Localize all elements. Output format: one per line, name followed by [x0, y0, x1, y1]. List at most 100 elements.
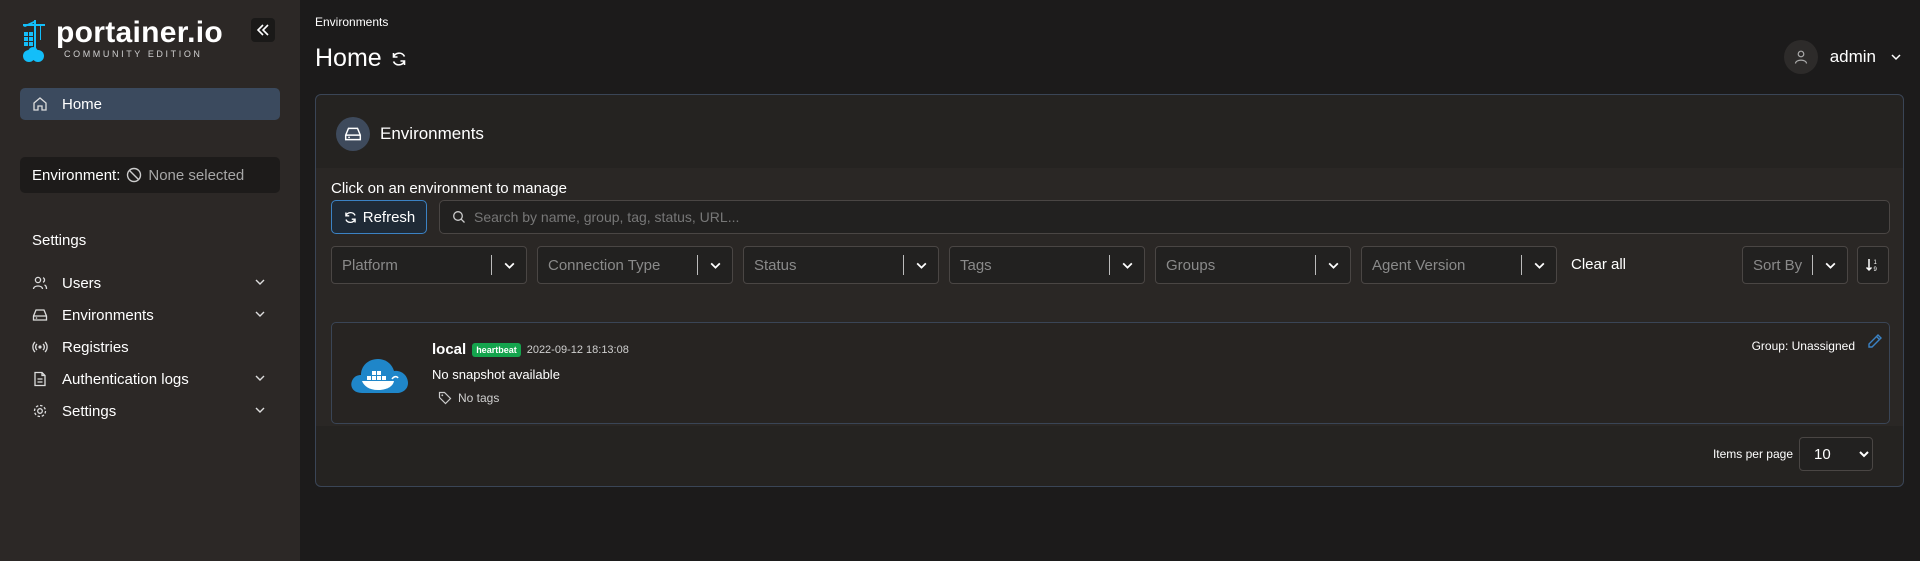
sidebar-item-label: Environments [62, 306, 154, 324]
hdd-icon [344, 127, 362, 141]
environment-group: Group: Unassigned [1751, 339, 1855, 353]
search-icon [453, 211, 465, 223]
sort-by-select[interactable]: Sort By [1742, 246, 1848, 284]
file-icon [34, 371, 46, 387]
environment-card[interactable]: local heartbeat 2022-09-12 18:13:08 No s… [331, 322, 1890, 424]
radio-icon [32, 341, 48, 353]
panel-header: Environments [336, 117, 484, 151]
search-box[interactable] [439, 200, 1890, 234]
items-per-page-select[interactable]: 10 [1799, 437, 1873, 471]
brand-edition: COMMUNITY EDITION [64, 49, 203, 59]
portainer-logo[interactable]: portainer.io COMMUNITY EDITION [20, 18, 223, 66]
filter-separator [491, 255, 492, 275]
chevron-down-icon [1534, 262, 1545, 269]
environment-name: local heartbeat 2022-09-12 18:13:08 [432, 341, 629, 358]
sidebar-item-users[interactable]: Users [32, 272, 272, 294]
environment-timestamp: 2022-09-12 18:13:08 [526, 343, 629, 356]
tag-icon [438, 391, 452, 405]
panel-icon-circle [336, 117, 370, 151]
users-icon [32, 276, 48, 290]
svg-text:1: 1 [1874, 260, 1878, 266]
username: admin [1829, 47, 1876, 66]
filter-status[interactable]: Status [743, 246, 939, 284]
panel-body: Click on an environment to manage Refres… [316, 168, 1903, 426]
panel-title: Environments [380, 124, 484, 143]
user-menu[interactable]: admin [1783, 40, 1902, 74]
chevron-down-icon [1328, 262, 1339, 269]
settings-heading: Settings [32, 232, 87, 249]
filter-groups[interactable]: Groups [1155, 246, 1351, 284]
filter-separator [903, 255, 904, 275]
double-chevron-left-icon [256, 24, 269, 36]
sidebar-item-label: Authentication logs [62, 370, 189, 388]
chevron-down-icon [255, 279, 265, 285]
filter-agent-version[interactable]: Agent Version [1361, 246, 1557, 284]
sidebar-item-label: Registries [62, 338, 129, 356]
sort-ascending-icon: 19 [1865, 259, 1878, 273]
search-input[interactable] [474, 209, 1824, 225]
filter-connection-type[interactable]: Connection Type [537, 246, 733, 284]
avatar [1783, 40, 1818, 74]
chevron-down-icon [255, 407, 265, 413]
environment-label: Environment: [32, 166, 121, 184]
refresh-icon[interactable] [390, 50, 408, 68]
filter-separator [697, 255, 698, 275]
sidebar-item-authentication-logs[interactable]: Authentication logs [32, 368, 272, 390]
filter-separator [1315, 255, 1316, 275]
sidebar-item-settings[interactable]: Settings [32, 400, 272, 422]
chevron-down-icon [1122, 262, 1133, 269]
filter-label: Tags [960, 256, 992, 274]
instruction-text: Click on an environment to manage [331, 180, 567, 197]
clear-all-button[interactable]: Clear all [1571, 256, 1626, 273]
edit-pencil-icon[interactable] [1867, 333, 1883, 349]
chevron-down-icon [1891, 54, 1901, 61]
filter-tags[interactable]: Tags [949, 246, 1145, 284]
pagination: Items per page 10 [1713, 437, 1873, 471]
status-badge: heartbeat [472, 342, 521, 357]
chevron-down-icon [504, 262, 515, 269]
refresh-button[interactable]: Refresh [331, 200, 427, 234]
environment-name-text: local [432, 341, 467, 358]
chevron-down-icon [710, 262, 721, 269]
ban-icon [127, 167, 142, 183]
sidebar-item-home[interactable]: Home [20, 88, 280, 120]
sidebar-item-label: Settings [62, 402, 117, 420]
refresh-icon [344, 211, 356, 223]
sidebar-item-registries[interactable]: Registries [32, 336, 272, 358]
environment-value: None selected [126, 167, 244, 184]
docker-icon [351, 359, 408, 393]
sidebar-item-label: Home [62, 95, 103, 113]
filter-separator [1109, 255, 1110, 275]
page-title-text: Home [315, 44, 382, 72]
page-title: Home [315, 44, 408, 73]
sidebar-item-label: Users [62, 274, 102, 292]
filter-label: Agent Version [1372, 256, 1466, 274]
environment-tags: No tags [438, 391, 499, 405]
environment-selector[interactable]: Environment: None selected [20, 157, 280, 193]
svg-text:9: 9 [1874, 267, 1878, 273]
sidebar-item-environments[interactable]: Environments [32, 304, 272, 326]
sort-by-label: Sort By [1753, 256, 1803, 274]
hdd-icon [32, 309, 48, 321]
filter-separator [1521, 255, 1522, 275]
filter-platform[interactable]: Platform [331, 246, 527, 284]
environment-value-text: None selected [148, 166, 245, 184]
environment-snapshot: No snapshot available [432, 367, 560, 382]
portainer-logo-icon [23, 20, 45, 62]
environments-panel: Environments Click on an environment to … [315, 94, 1904, 487]
collapse-sidebar-button[interactable] [251, 18, 275, 42]
filter-label: Status [754, 256, 797, 274]
filter-label: Groups [1166, 256, 1216, 274]
gear-icon [33, 404, 47, 418]
refresh-button-label: Refresh [362, 208, 416, 226]
chevron-down-icon [916, 262, 927, 269]
sidebar: portainer.io COMMUNITY EDITION Home Envi… [0, 0, 300, 561]
filter-separator [1812, 255, 1813, 275]
user-icon [1794, 50, 1807, 64]
breadcrumb[interactable]: Environments [315, 15, 388, 29]
home-icon [33, 97, 47, 111]
sort-direction-button[interactable]: 19 [1857, 246, 1889, 284]
chevron-down-icon [255, 311, 265, 317]
filter-label: Platform [342, 256, 398, 274]
items-per-page-label: Items per page [1712, 447, 1793, 461]
